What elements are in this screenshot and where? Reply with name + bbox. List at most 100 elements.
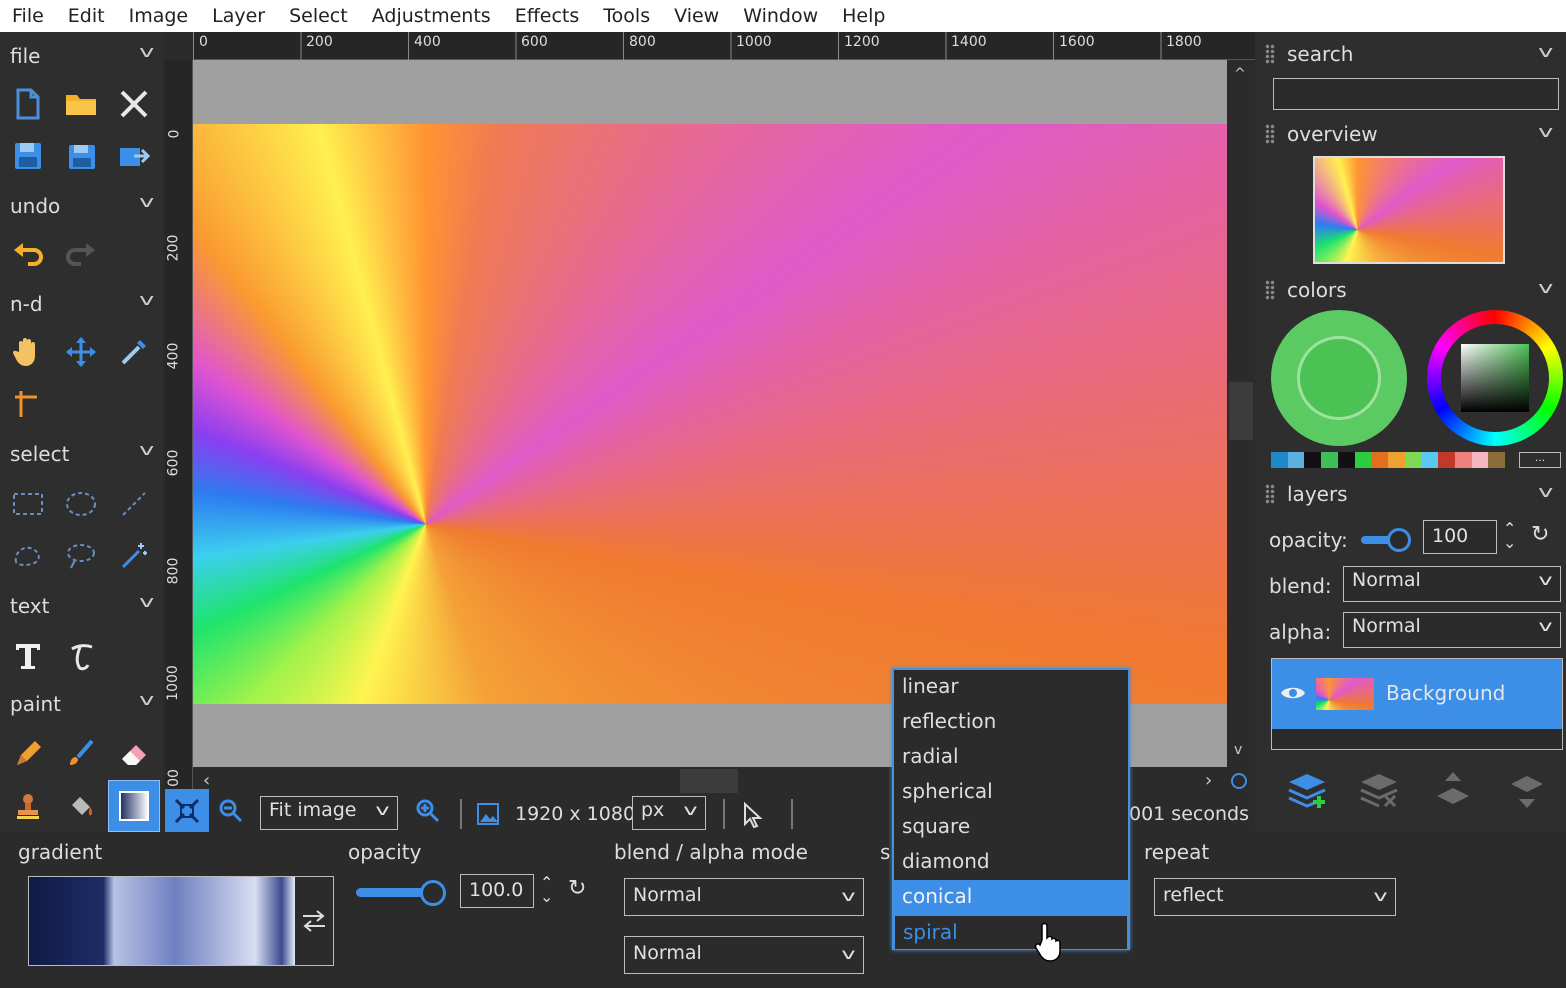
layer-opacity-input[interactable]: 100 <box>1423 520 1497 554</box>
drag-handle-icon[interactable] <box>1265 484 1275 504</box>
palette-swatch[interactable] <box>1388 452 1405 468</box>
section-select-header[interactable]: select v <box>0 434 163 474</box>
palette-swatch[interactable] <box>1404 452 1422 468</box>
primary-color-swatch[interactable] <box>1271 310 1407 446</box>
horizontal-scroll-thumb[interactable] <box>680 769 738 793</box>
palette-swatch[interactable] <box>1488 452 1506 468</box>
color-picker-tool-button[interactable] <box>112 330 156 374</box>
layer-blend-select[interactable]: Normal v <box>1343 566 1561 602</box>
text-tool-button[interactable] <box>6 634 50 678</box>
colors-panel-header[interactable]: colors v <box>1255 272 1566 308</box>
eye-icon[interactable] <box>1280 684 1306 702</box>
section-paint-header[interactable]: paint v <box>0 684 163 724</box>
save-button[interactable] <box>6 134 50 178</box>
lasso-freeform-button[interactable] <box>59 534 103 578</box>
swap-colors-icon[interactable] <box>301 909 327 933</box>
palette-swatch[interactable] <box>1421 452 1439 468</box>
zoom-to-window-button[interactable] <box>165 789 209 833</box>
save-as-button[interactable] <box>112 134 156 178</box>
overview-thumbnail[interactable] <box>1313 156 1505 264</box>
layer-row-background[interactable]: Background <box>1272 659 1562 729</box>
menu-image[interactable]: Image <box>117 5 201 27</box>
eraser-tool-button[interactable] <box>112 732 156 776</box>
move-layer-down-button[interactable] <box>1505 768 1549 812</box>
section-file-header[interactable]: file v <box>0 36 163 76</box>
gradient-preview[interactable] <box>28 876 334 966</box>
canvas-area[interactable] <box>193 60 1227 767</box>
section-nd-header[interactable]: n-d v <box>0 284 163 324</box>
search-panel-header[interactable]: search v <box>1255 36 1566 72</box>
spin-arrows-icon[interactable]: ⌃ ⌄ <box>540 875 553 905</box>
menu-tools[interactable]: Tools <box>591 5 662 27</box>
drag-handle-icon[interactable] <box>1265 280 1275 300</box>
undo-button[interactable] <box>6 232 50 276</box>
gradient-tool-button[interactable] <box>108 780 160 832</box>
palette-swatch[interactable] <box>1454 452 1472 468</box>
new-file-button[interactable] <box>6 82 50 126</box>
gradient-option-reflection[interactable]: reflection <box>894 705 1128 740</box>
palette-swatch[interactable] <box>1321 452 1338 468</box>
layer-opacity-slider[interactable] <box>1361 528 1411 552</box>
opacity-input[interactable]: 100.0 <box>460 874 534 908</box>
more-colors-button[interactable]: ... <box>1519 452 1561 468</box>
zoom-in-button[interactable] <box>408 791 448 831</box>
gradient-option-linear[interactable]: linear <box>894 670 1128 705</box>
move-layer-up-button[interactable] <box>1431 768 1475 812</box>
gradient-option-spiral[interactable]: spiral <box>894 915 1128 950</box>
layer-alpha-select[interactable]: Normal v <box>1343 612 1561 648</box>
palette-swatch[interactable] <box>1337 452 1355 468</box>
scroll-right-icon[interactable]: › <box>1205 770 1212 791</box>
search-input[interactable] <box>1273 78 1559 110</box>
unit-select[interactable]: px v <box>632 796 706 830</box>
redo-button[interactable] <box>59 232 103 276</box>
palette-swatch[interactable] <box>1304 452 1322 468</box>
save-all-button[interactable] <box>59 134 103 178</box>
menu-effects[interactable]: Effects <box>503 5 592 27</box>
add-layer-button[interactable] <box>1285 768 1329 812</box>
gradient-option-diamond[interactable]: diamond <box>894 845 1128 880</box>
palette-swatch[interactable] <box>1271 452 1288 468</box>
pan-tool-button[interactable] <box>6 330 50 374</box>
menu-layer[interactable]: Layer <box>200 5 277 27</box>
gradient-option-square[interactable]: square <box>894 810 1128 845</box>
drag-handle-icon[interactable] <box>1265 124 1275 144</box>
palette-swatch[interactable] <box>1438 452 1455 468</box>
menu-select[interactable]: Select <box>277 5 360 27</box>
magic-wand-button[interactable] <box>112 534 156 578</box>
zoom-mode-select[interactable]: Fit image v <box>260 796 398 830</box>
blend-mode-select[interactable]: Normal v <box>624 878 864 916</box>
saturation-value-square[interactable] <box>1461 344 1529 412</box>
opacity-slider[interactable] <box>356 880 450 906</box>
gradient-option-conical[interactable]: conical <box>894 880 1128 915</box>
brush-tool-button[interactable] <box>59 732 103 776</box>
rectangle-select-button[interactable] <box>6 482 50 526</box>
overview-panel-header[interactable]: overview v <box>1255 116 1566 152</box>
menu-adjustments[interactable]: Adjustments <box>360 5 503 27</box>
palette-swatch[interactable] <box>1371 452 1389 468</box>
menu-edit[interactable]: Edit <box>56 5 117 27</box>
menu-view[interactable]: View <box>662 5 731 27</box>
layers-panel-header[interactable]: layers v <box>1255 476 1566 512</box>
gradient-option-radial[interactable]: radial <box>894 740 1128 775</box>
pencil-tool-button[interactable] <box>6 732 50 776</box>
spin-arrows-icon[interactable]: ⌃ ⌄ <box>1503 521 1516 551</box>
crop-tool-button[interactable] <box>6 382 50 426</box>
gradient-swatch[interactable] <box>29 877 295 965</box>
repeat-mode-select[interactable]: reflect v <box>1154 878 1396 916</box>
palette-swatch[interactable] <box>1287 452 1305 468</box>
freehand-text-tool-button[interactable] <box>59 634 103 678</box>
section-text-header[interactable]: text v <box>0 586 163 626</box>
palette-swatch[interactable] <box>1471 452 1489 468</box>
lasso-select-button[interactable] <box>6 534 50 578</box>
drag-handle-icon[interactable] <box>1265 44 1275 64</box>
close-file-button[interactable] <box>112 82 156 126</box>
reset-icon[interactable]: ↻ <box>568 876 586 901</box>
move-tool-button[interactable] <box>59 330 103 374</box>
delete-layer-button[interactable] <box>1357 768 1401 812</box>
section-undo-header[interactable]: undo v <box>0 186 163 226</box>
paint-bucket-tool-button[interactable] <box>59 784 103 828</box>
scroll-down-icon[interactable]: v <box>1234 742 1242 758</box>
menu-window[interactable]: Window <box>731 5 830 27</box>
vertical-scroll-thumb[interactable] <box>1229 382 1253 440</box>
scroll-left-icon[interactable]: ‹ <box>203 770 210 791</box>
